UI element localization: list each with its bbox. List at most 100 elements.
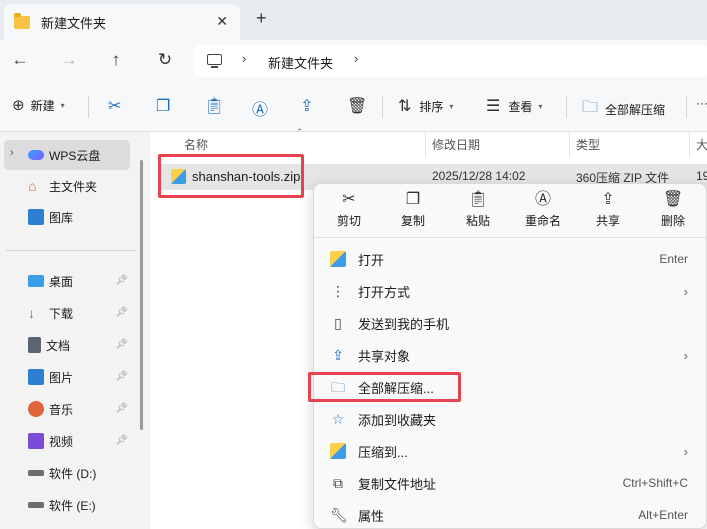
menu-item-compress-to[interactable]: 压缩到... ›: [320, 435, 702, 467]
more-button[interactable]: ···: [696, 96, 707, 110]
menu-item-label: 共享对象: [358, 348, 411, 364]
sidebar-item-videos[interactable]: 视频 📌︎: [4, 426, 130, 456]
delete-action[interactable]: 🗑︎ 删除: [642, 190, 704, 229]
column-header-type[interactable]: 类型: [570, 132, 690, 158]
new-button[interactable]: ⊕ 新建 ▾: [12, 96, 65, 114]
column-header-modified[interactable]: 修改日期: [426, 132, 570, 158]
breadcrumb-folder[interactable]: 新建文件夹: [268, 53, 333, 72]
address-bar[interactable]: › 新建文件夹 ›: [194, 45, 707, 77]
menu-item-open[interactable]: 打开 Enter: [320, 243, 702, 275]
menu-item-share-with[interactable]: ⇪ 共享对象 ›: [320, 339, 702, 371]
pin-icon[interactable]: 📌︎: [115, 435, 128, 446]
pictures-icon: [28, 369, 44, 385]
address-bar-row: ← → ↑ ↻ › 新建文件夹 ›: [0, 40, 707, 82]
extract-icon: 🗀︎: [582, 99, 599, 116]
chevron-right-icon: ›: [683, 283, 688, 299]
menu-item-send-to-phone[interactable]: ▯ 发送到我的手机: [320, 307, 702, 339]
refresh-button[interactable]: ↻: [153, 50, 177, 70]
sidebar-item-gallery[interactable]: 图库: [4, 202, 130, 232]
share-icon: ⇪: [601, 191, 615, 208]
copy-icon[interactable]: ❐: [156, 96, 170, 116]
menu-item-shortcut: Alt+Enter: [638, 508, 688, 522]
chevron-down-icon: ▾: [538, 101, 543, 111]
quick-actions-bar: ✂ 剪切 ❐ 复制 📋︎ 粘贴 Ⓐ 重命名 ⇪ 共享 🗑︎ 删除: [314, 184, 707, 238]
chevron-right-icon: ›: [683, 347, 688, 363]
divider: [566, 96, 567, 118]
menu-item-properties[interactable]: 🔧︎ 属性 Alt+Enter: [320, 499, 702, 529]
menu-item-shortcut: Enter: [659, 252, 688, 266]
rename-icon[interactable]: Ⓐ: [252, 96, 268, 120]
pin-icon[interactable]: 📌︎: [115, 371, 128, 382]
sidebar-item-desktop[interactable]: 桌面 📌︎: [4, 266, 130, 296]
view-button[interactable]: ☰ 查看 ▾: [486, 96, 542, 116]
menu-item-open-with[interactable]: ⋮ 打开方式 ›: [320, 275, 702, 307]
delete-icon[interactable]: 🗑︎: [347, 96, 367, 116]
tab-new-folder[interactable]: 新建文件夹 ✕: [4, 4, 240, 40]
cut-action[interactable]: ✂ 剪切: [318, 190, 380, 229]
sidebar-item-label: 主文件夹: [49, 179, 98, 194]
sort-icon: ⇅: [398, 98, 412, 115]
context-menu: ✂ 剪切 ❐ 复制 📋︎ 粘贴 Ⓐ 重命名 ⇪ 共享 🗑︎ 删除 打开 Ente…: [313, 183, 707, 529]
extract-all-button[interactable]: 🗀︎ 全部解压缩: [582, 96, 665, 123]
delete-label: 删除: [660, 214, 685, 228]
share-action[interactable]: ⇪ 共享: [577, 190, 639, 229]
forward-button[interactable]: →: [57, 50, 81, 70]
chevron-down-icon: ▾: [449, 101, 454, 111]
download-icon: ↓: [28, 305, 35, 321]
back-button[interactable]: ←: [8, 50, 32, 70]
sidebar-item-documents[interactable]: 文档 📌︎: [4, 330, 130, 360]
rename-action[interactable]: Ⓐ 重命名: [512, 190, 574, 229]
sidebar-scrollbar[interactable]: [140, 160, 143, 430]
drive-icon: [28, 502, 44, 508]
sidebar-item-music[interactable]: 音乐 📌︎: [4, 394, 130, 424]
highlight-box-file: [158, 154, 304, 198]
pin-icon[interactable]: 📌︎: [115, 275, 128, 286]
sidebar-item-home[interactable]: ⌂ 主文件夹: [4, 171, 130, 201]
menu-item-copy-path[interactable]: ⧉ 复制文件地址 Ctrl+Shift+C: [320, 467, 702, 499]
menu-item-add-favorites[interactable]: ☆ 添加到收藏夹: [320, 403, 702, 435]
sidebar-item-pictures[interactable]: 图片 📌︎: [4, 362, 130, 392]
plus-circle-icon: ⊕: [12, 97, 25, 114]
sidebar-item-drive-e[interactable]: 软件 (E:): [4, 490, 130, 520]
sidebar-item-label: 软件 (D:): [49, 466, 97, 481]
divider: [88, 96, 89, 118]
up-button[interactable]: ↑: [104, 50, 128, 70]
tab-title: 新建文件夹: [41, 15, 107, 31]
cut-icon[interactable]: ✂: [108, 96, 121, 116]
folder-icon: [14, 12, 30, 29]
breadcrumb-chevron-icon[interactable]: ›: [242, 51, 246, 66]
sidebar-item-wps-cloud[interactable]: › WPS云盘: [4, 140, 130, 170]
file-size: 19: [696, 169, 707, 183]
phone-icon: ▯: [334, 315, 342, 331]
navigation-pane: › WPS云盘 ⌂ 主文件夹 图库 桌面 📌︎ ↓ 下载 📌︎ 文档 📌︎ 图片…: [0, 132, 148, 529]
column-header-size[interactable]: 大: [690, 132, 707, 158]
copy-icon: ❐: [405, 191, 421, 208]
sidebar-item-drive-d[interactable]: 软件 (D:): [4, 458, 130, 488]
gallery-icon: [28, 209, 44, 225]
menu-item-label: 属性: [358, 508, 385, 524]
divider: [6, 250, 136, 251]
paste-icon: 📋︎: [467, 191, 489, 208]
menu-item-label: 复制文件地址: [358, 476, 437, 492]
chevron-down-icon: ▾: [60, 100, 65, 110]
pin-icon[interactable]: 📌︎: [115, 307, 128, 318]
paste-label: 粘贴: [465, 214, 490, 228]
copy-label: 复制: [400, 214, 425, 228]
new-tab-button[interactable]: +: [256, 8, 267, 29]
pin-icon[interactable]: 📌︎: [115, 403, 128, 414]
chevron-right-icon[interactable]: ›: [10, 147, 14, 159]
sort-button[interactable]: ⇅ 排序 ▾: [398, 96, 453, 116]
pin-icon[interactable]: 📌︎: [115, 339, 128, 350]
paste-action[interactable]: 📋︎ 粘贴: [447, 190, 509, 229]
cloud-icon: [28, 150, 44, 160]
copy-action[interactable]: ❐ 复制: [382, 190, 444, 229]
sidebar-item-label: 下载: [49, 306, 74, 321]
menu-item-shortcut: Ctrl+Shift+C: [622, 476, 688, 490]
share-icon[interactable]: ⇪: [300, 96, 313, 116]
paste-icon[interactable]: 📋︎: [204, 96, 224, 116]
sidebar-item-label: WPS云盘: [49, 148, 101, 163]
close-tab-button[interactable]: ✕: [216, 13, 228, 30]
sidebar-item-downloads[interactable]: ↓ 下载 📌︎: [4, 298, 130, 328]
breadcrumb-chevron-icon[interactable]: ›: [354, 51, 358, 66]
cut-label: 剪切: [336, 214, 361, 228]
